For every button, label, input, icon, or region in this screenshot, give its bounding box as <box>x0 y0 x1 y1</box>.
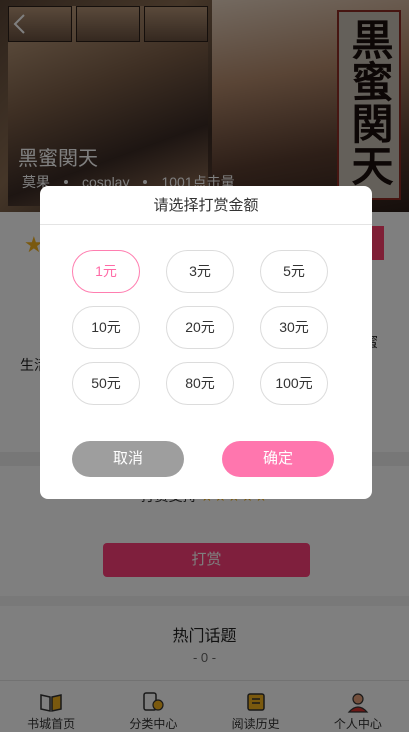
amount-option-100[interactable]: 100元 <box>260 362 328 405</box>
amount-option-50[interactable]: 50元 <box>72 362 140 405</box>
amount-option-5[interactable]: 5元 <box>260 250 328 293</box>
amount-option-1[interactable]: 1元 <box>72 250 140 293</box>
amount-option-80[interactable]: 80元 <box>166 362 234 405</box>
amount-option-10[interactable]: 10元 <box>72 306 140 349</box>
dialog-title: 请选择打赏金额 <box>40 186 372 225</box>
amount-option-30[interactable]: 30元 <box>260 306 328 349</box>
reward-amount-dialog: 请选择打赏金额 1元 3元 5元 10元 20元 30元 50元 80元 100… <box>40 186 372 499</box>
amount-options: 1元 3元 5元 10元 20元 30元 50元 80元 100元 <box>72 250 328 405</box>
cancel-button[interactable]: 取消 <box>72 441 184 477</box>
amount-option-3[interactable]: 3元 <box>166 250 234 293</box>
amount-option-20[interactable]: 20元 <box>166 306 234 349</box>
confirm-button[interactable]: 确定 <box>222 441 334 477</box>
